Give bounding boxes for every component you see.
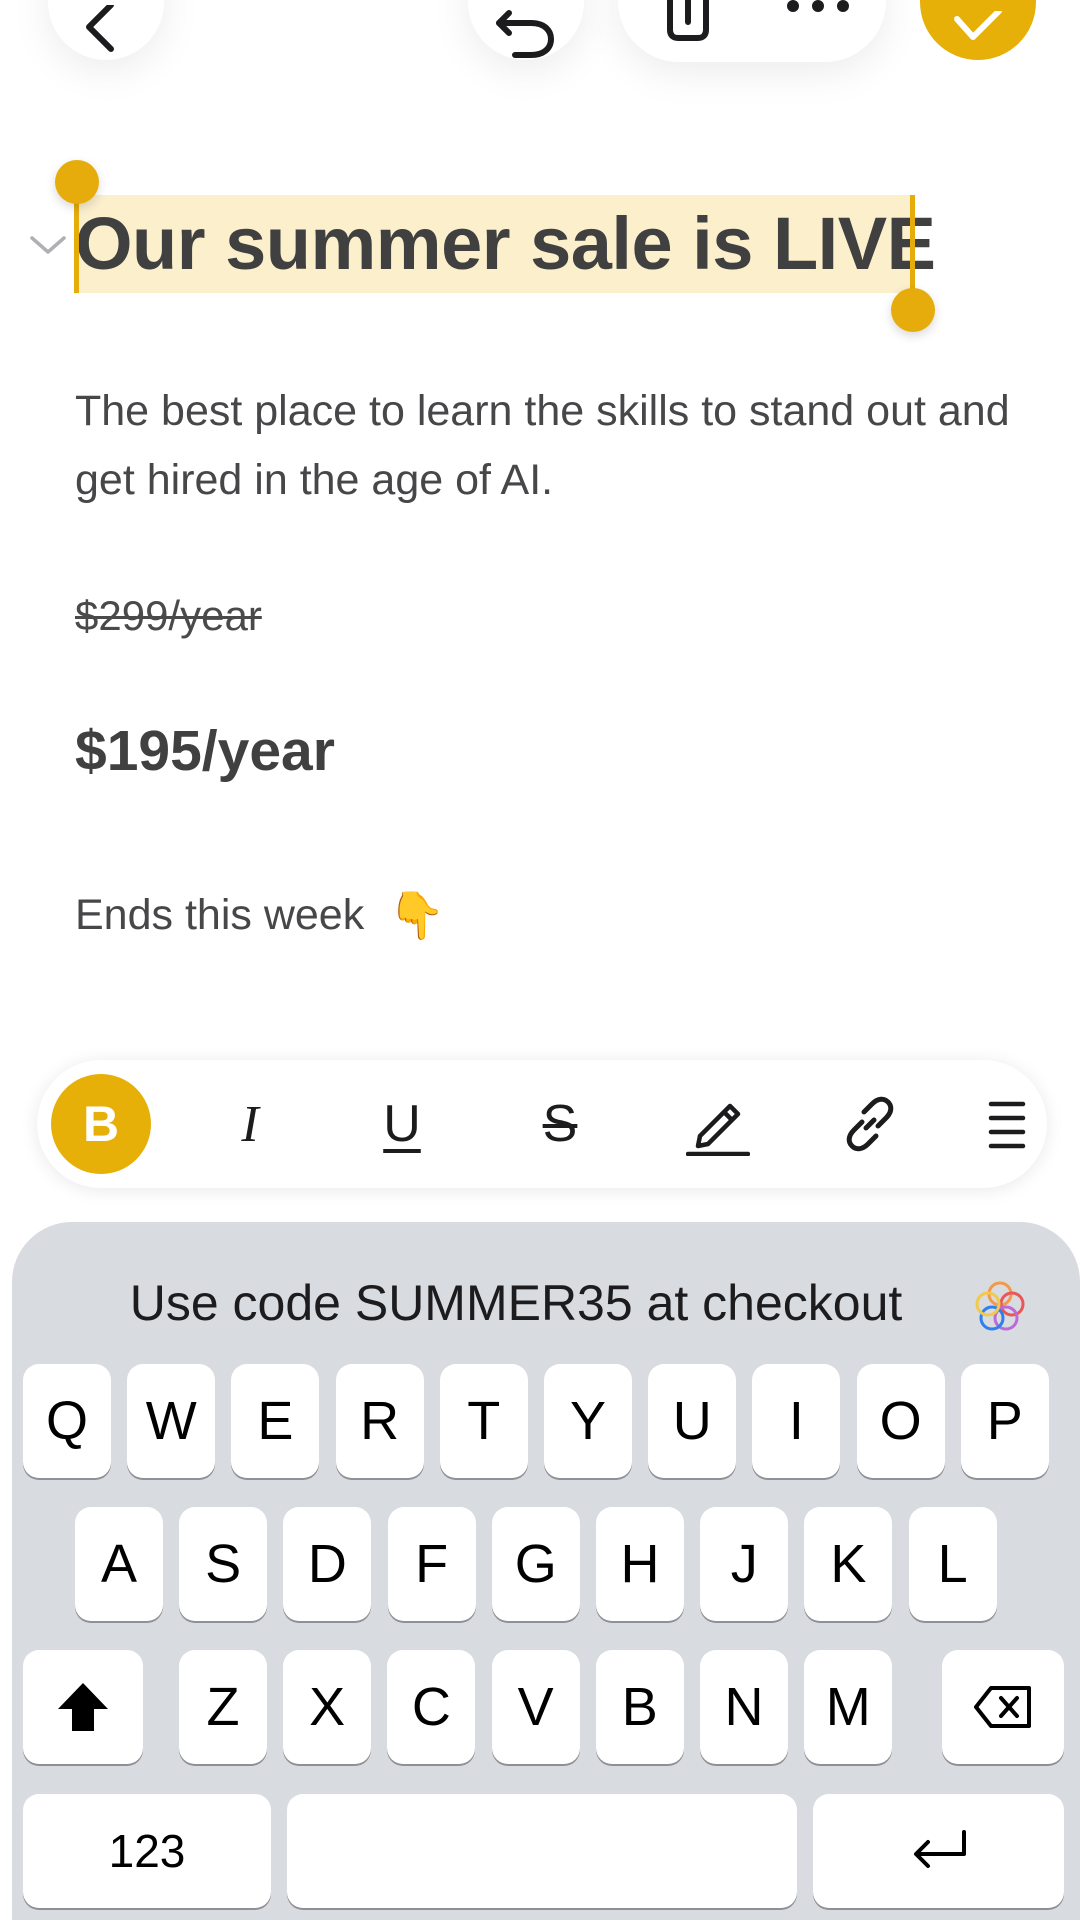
key-h[interactable]: H	[596, 1507, 684, 1621]
new-price[interactable]: $195/year	[75, 718, 335, 784]
key-j[interactable]: J	[700, 1507, 789, 1621]
format-toolbar: B I U S	[37, 1060, 1047, 1188]
key-a[interactable]: A	[75, 1507, 163, 1621]
key-i[interactable]: I	[752, 1364, 841, 1478]
undo-icon	[496, 10, 555, 58]
key-k[interactable]: K	[804, 1507, 893, 1621]
keyboard: Use code SUMMER35 at checkout QWERTYUIOP…	[12, 1222, 1080, 1920]
apple-intelligence-icon[interactable]	[974, 1280, 1026, 1332]
key-b[interactable]: B	[595, 1650, 684, 1764]
key-c[interactable]: C	[387, 1650, 476, 1764]
key-p[interactable]: P	[960, 1364, 1049, 1478]
italic-button[interactable]: I	[200, 1074, 300, 1174]
key-f[interactable]: F	[387, 1507, 476, 1621]
ends-line[interactable]: Ends this week 👇	[75, 888, 445, 943]
chevron-left-icon	[86, 5, 114, 52]
shift-key[interactable]	[23, 1650, 143, 1764]
shift-arrow-icon	[58, 1683, 108, 1731]
selection-start-handle[interactable]	[55, 160, 99, 204]
return-key[interactable]	[813, 1794, 1064, 1908]
page-title[interactable]: Our summer sale is LIVE	[75, 195, 936, 293]
ends-text: Ends this week	[75, 891, 365, 939]
key-t[interactable]: T	[439, 1364, 528, 1478]
undo-button[interactable]	[468, 0, 584, 60]
strikethrough-button[interactable]: S	[510, 1074, 610, 1174]
delete-key[interactable]	[942, 1650, 1064, 1764]
share-icon	[667, 0, 709, 41]
collapse-chevron-icon[interactable]	[28, 232, 68, 262]
underline-button[interactable]: U	[352, 1074, 452, 1174]
numbers-key-label: 123	[108, 1825, 186, 1877]
body-paragraph[interactable]: The best place to learn the skills to st…	[75, 377, 1015, 515]
note-editor-screen: Our summer sale is LIVE The best place t…	[0, 0, 1080, 1920]
return-arrow-icon	[913, 1830, 966, 1868]
key-n[interactable]: N	[700, 1650, 788, 1764]
back-button[interactable]	[48, 0, 164, 60]
key-u[interactable]: U	[648, 1364, 737, 1478]
list-button[interactable]	[967, 1074, 1047, 1174]
key-l[interactable]: L	[908, 1507, 997, 1621]
key-x[interactable]: X	[283, 1650, 372, 1764]
bold-label: B	[82, 1096, 120, 1152]
key-q[interactable]: Q	[23, 1364, 111, 1478]
highlighter-pen-icon	[686, 1103, 750, 1156]
frame-edge-left	[0, 0, 12, 1920]
list-icon	[988, 1101, 1026, 1149]
backspace-icon	[974, 1686, 1031, 1728]
link-button[interactable]	[820, 1074, 920, 1174]
key-y[interactable]: Y	[544, 1364, 632, 1478]
link-icon	[846, 1096, 894, 1152]
predictive-suggestion[interactable]: Use code SUMMER35 at checkout	[12, 1258, 1080, 1348]
more-button[interactable]	[778, 0, 858, 40]
selection-end-handle[interactable]	[891, 288, 935, 332]
key-m[interactable]: M	[804, 1650, 893, 1764]
key-v[interactable]: V	[491, 1650, 580, 1764]
pointing-down-emoji: 👇	[388, 889, 446, 941]
bold-button[interactable]: B	[51, 1074, 151, 1174]
strikethrough-label: S	[542, 1095, 578, 1153]
space-key[interactable]	[287, 1794, 797, 1908]
key-z[interactable]: Z	[179, 1650, 267, 1764]
checkmark-icon	[954, 11, 1002, 40]
key-d[interactable]: D	[283, 1507, 372, 1621]
share-button[interactable]	[648, 0, 728, 60]
key-g[interactable]: G	[491, 1507, 580, 1621]
old-price[interactable]: $299/year	[75, 592, 262, 640]
key-w[interactable]: W	[127, 1364, 216, 1478]
key-o[interactable]: O	[856, 1364, 945, 1478]
highlight-button[interactable]	[668, 1074, 768, 1174]
actions-group	[618, 0, 886, 62]
numbers-key[interactable]: 123	[23, 1794, 271, 1908]
key-e[interactable]: E	[231, 1364, 320, 1478]
ellipsis-icon	[787, 0, 849, 12]
key-s[interactable]: S	[179, 1507, 268, 1621]
italic-label: I	[241, 1095, 259, 1153]
done-button[interactable]	[920, 0, 1036, 60]
suggestion-text: Use code SUMMER35 at checkout	[129, 1275, 903, 1331]
underline-label: U	[383, 1095, 421, 1153]
key-r[interactable]: R	[335, 1364, 424, 1478]
